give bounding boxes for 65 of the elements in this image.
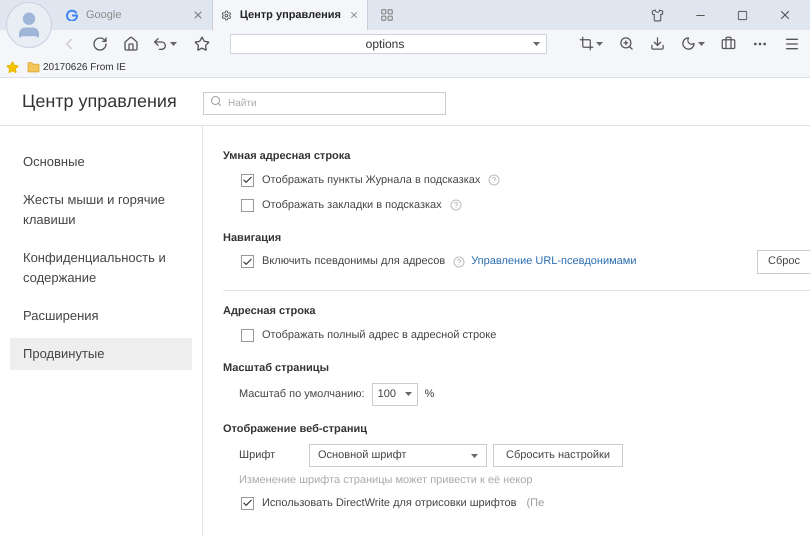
close-tab-icon[interactable] — [348, 9, 359, 21]
close-icon[interactable] — [778, 8, 792, 22]
reload-icon[interactable] — [92, 36, 108, 52]
favorite-star-icon[interactable] — [194, 36, 210, 52]
magnifier-icon[interactable] — [619, 36, 634, 51]
sidebar-item[interactable]: Жесты мыши и горячие клавиши — [10, 184, 192, 236]
reset-settings-button[interactable]: Сбросить настройки — [493, 444, 624, 467]
caret-icon — [698, 42, 705, 46]
folder-icon — [27, 60, 40, 74]
search-field[interactable]: Найти — [203, 92, 446, 115]
caret-icon — [170, 42, 177, 46]
moon-icon[interactable] — [681, 36, 696, 51]
caret-icon — [471, 454, 478, 458]
search-icon — [210, 95, 222, 107]
option-label: Отображать закладки в подсказках — [262, 198, 442, 213]
menu-icon[interactable] — [784, 36, 800, 52]
option-label: Отображать пункты Журнала в подсказках — [262, 172, 480, 188]
caret-icon — [596, 42, 603, 46]
sidebar-item[interactable]: Конфиденциальность и содержание — [10, 242, 192, 294]
page-title: Центр управления — [21, 90, 178, 113]
checkbox[interactable] — [241, 496, 254, 510]
address-text: options — [364, 36, 406, 52]
browser-tab[interactable]: Центр управления — [213, 0, 368, 30]
url-aliases-link[interactable]: Управление URL-псевдонимами — [471, 253, 636, 270]
checkbox[interactable] — [241, 198, 254, 212]
section-title: Адресная строка — [223, 304, 317, 319]
crop-icon[interactable] — [579, 36, 594, 51]
dropdown-caret-icon — [533, 42, 540, 46]
bookmarks-star-icon[interactable] — [6, 60, 19, 74]
address-bar[interactable]: options — [230, 34, 547, 54]
skin-icon[interactable] — [651, 8, 664, 22]
home-icon[interactable] — [123, 36, 139, 52]
caret-icon — [404, 392, 412, 396]
close-tab-icon[interactable] — [192, 9, 204, 21]
section-title: Умная адресная строка — [223, 149, 352, 164]
maximize-icon[interactable] — [737, 10, 748, 20]
tab-title: Центр управления — [240, 8, 341, 23]
font-label: Шрифт — [239, 448, 276, 464]
toolbox-icon[interactable] — [721, 36, 736, 51]
section-title: Навигация — [223, 230, 282, 246]
checkbox[interactable] — [241, 328, 254, 342]
new-tab-icon[interactable] — [380, 8, 394, 22]
zoom-select[interactable]: 100 — [372, 382, 418, 406]
bookmark-folder[interactable]: 20170626 From IE — [27, 60, 126, 74]
undo-icon[interactable] — [152, 36, 168, 52]
font-select[interactable]: Основной шрифт — [309, 444, 487, 467]
zoom-label: Масштаб по умолчанию: — [239, 386, 365, 402]
option-hint: (Пе — [526, 496, 544, 511]
sidebar-item[interactable]: Расширения — [10, 300, 192, 332]
reset-button[interactable]: Сброс — [757, 250, 810, 274]
sidebar-item[interactable]: Продвинутые — [10, 338, 192, 370]
section-title: Отображение веб-страниц — [223, 422, 368, 437]
section-title: Масштаб страницы — [223, 360, 330, 376]
sidebar-item[interactable]: Основные — [10, 146, 192, 178]
tab-title: Google — [86, 8, 122, 23]
download-icon[interactable] — [650, 36, 665, 51]
settings-icon — [221, 8, 232, 22]
checkbox[interactable] — [241, 174, 254, 186]
option-label: Отображать полный адрес в адресной строке — [262, 328, 496, 343]
font-warning-text: Изменение шрифта страницы может привести к её некор — [239, 473, 533, 488]
google-logo-icon — [66, 9, 78, 21]
option-label: Использовать DirectWrite для отрисовки шрифтов — [262, 496, 516, 511]
option-label: Включить псевдонимы для адресов — [262, 254, 446, 270]
percent-sign: % — [424, 386, 434, 402]
checkbox[interactable] — [241, 255, 254, 268]
